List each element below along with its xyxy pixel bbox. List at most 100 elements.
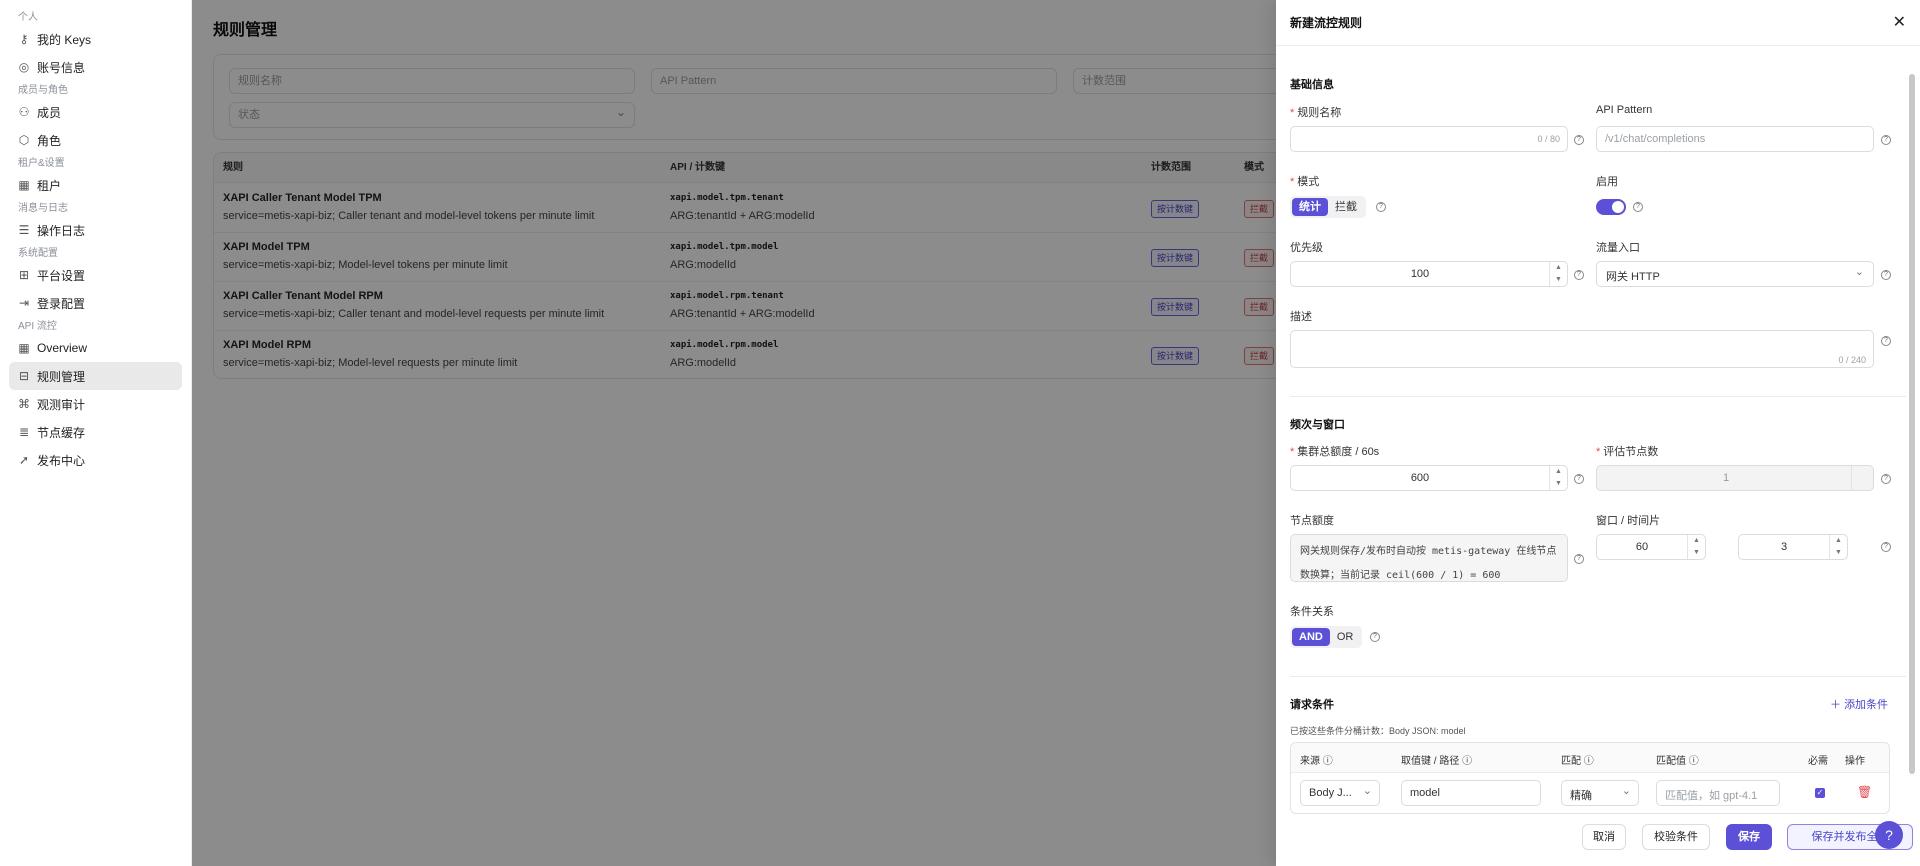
relation-or[interactable]: OR bbox=[1330, 628, 1361, 646]
help-icon[interactable]: ? bbox=[1881, 474, 1891, 484]
chevron-down-icon: ⌄ bbox=[1362, 785, 1372, 797]
cancel-button[interactable]: 取消 bbox=[1582, 824, 1626, 850]
help-icon[interactable]: ? bbox=[1574, 554, 1584, 564]
sidebar-item[interactable]: ☰ 操作日志 bbox=[9, 216, 182, 244]
sidebar-item-label: 成员 bbox=[37, 105, 62, 120]
save-button[interactable]: 保存 bbox=[1726, 824, 1772, 850]
entry-value: 网关 HTTP bbox=[1606, 271, 1660, 283]
help-icon[interactable]: ? bbox=[1574, 270, 1584, 280]
help-icon[interactable]: ? bbox=[1881, 336, 1891, 346]
sidebar-group-label: 个人 bbox=[18, 12, 38, 23]
settings-icon: ⊞ bbox=[18, 268, 30, 282]
sidebar-item[interactable]: ⌘ 观测审计 bbox=[9, 390, 182, 418]
sidebar-item-label: 登录配置 bbox=[37, 296, 86, 311]
window-label: 窗口 / 时间片 bbox=[1596, 515, 1661, 527]
node-quota-info: 网关规则保存/发布时自动按 metis-gateway 在线节点数换算；当前记录… bbox=[1290, 534, 1568, 582]
priority-value: 100 bbox=[1410, 268, 1430, 280]
cluster-quota-value: 600 bbox=[1410, 472, 1430, 484]
sidebar-item[interactable]: ≣ 节点缓存 bbox=[9, 418, 182, 446]
help-icon[interactable]: ? bbox=[1574, 135, 1584, 145]
ct-th-key: 取值键 / 路径 ⓘ bbox=[1401, 756, 1473, 767]
condition-hint: 已按这些条件分桶计数：Body JSON: model bbox=[1290, 726, 1466, 736]
match-value-input[interactable]: 匹配值，如 gpt-4.1 bbox=[1656, 780, 1780, 806]
priority-label: 优先级 bbox=[1290, 242, 1323, 254]
divider bbox=[1290, 676, 1906, 677]
ct-th-required: 必需 bbox=[1808, 756, 1828, 767]
priority-stepper[interactable]: ▲ ▼ bbox=[1549, 262, 1567, 286]
sidebar-item-label: 观测审计 bbox=[37, 397, 86, 412]
rocket-icon: ➚ bbox=[18, 453, 30, 467]
relation-label: 条件关系 bbox=[1290, 606, 1334, 618]
scrollbar-thumb[interactable] bbox=[1909, 74, 1915, 774]
sidebar-item-label: 节点缓存 bbox=[37, 425, 86, 440]
sidebar-item[interactable]: ⬡ 角色 bbox=[9, 126, 182, 154]
plus-icon: ＋ bbox=[1830, 699, 1845, 711]
help-icon[interactable]: ? bbox=[1881, 270, 1891, 280]
section-frequency: 频次与窗口 bbox=[1290, 419, 1345, 431]
sidebar-item[interactable]: ▦ Overview bbox=[9, 334, 182, 362]
sidebar-item[interactable]: ⚷ 我的 Keys bbox=[9, 25, 182, 53]
mode-option-stat[interactable]: 统计 bbox=[1292, 198, 1328, 216]
node-count-input: 1 bbox=[1596, 465, 1874, 491]
modal-overlay[interactable] bbox=[192, 0, 1276, 866]
match-select[interactable]: 精确 ⌄ bbox=[1561, 780, 1639, 806]
sidebar-group-label: 消息与日志 bbox=[18, 203, 68, 214]
help-icon[interactable]: ? bbox=[1881, 135, 1891, 145]
rule-name-input[interactable]: 0 / 80 bbox=[1290, 126, 1568, 152]
relation-and[interactable]: AND bbox=[1292, 628, 1330, 646]
ct-th-match: 匹配 ⓘ bbox=[1561, 756, 1594, 767]
sidebar-item[interactable]: ➚ 发布中心 bbox=[9, 446, 182, 474]
cluster-quota-label: * 集群总额度 / 60s bbox=[1290, 446, 1380, 458]
desc-textarea[interactable]: 0 / 240 bbox=[1290, 330, 1874, 368]
cluster-quota-input[interactable]: 600 ▲ ▼ bbox=[1290, 465, 1568, 491]
log-icon: ☰ bbox=[18, 223, 30, 237]
sidebar-group-label: API 流控 bbox=[18, 321, 57, 332]
window-input[interactable]: 60 ▲ ▼ bbox=[1596, 534, 1706, 560]
divider bbox=[1290, 396, 1906, 397]
slice-input[interactable]: 3 ▲ ▼ bbox=[1738, 534, 1848, 560]
enabled-switch[interactable] bbox=[1596, 199, 1626, 215]
sidebar-group-label: 成员与角色 bbox=[18, 85, 68, 96]
priority-input[interactable]: 100 ▲ ▼ bbox=[1290, 261, 1568, 287]
ct-th-actions: 操作 bbox=[1845, 756, 1865, 767]
user-circle-icon: ◎ bbox=[18, 60, 30, 74]
required-checkbox[interactable]: ✓ bbox=[1815, 788, 1825, 798]
sidebar: 个人 ⚷ 我的 Keys ◎ 账号信息成员与角色 ⚇ 成员 ⬡ 角色租户&设置 ▦ 租户消息与日志 ☰… bbox=[0, 0, 192, 866]
sidebar-item-label: 发布中心 bbox=[37, 453, 86, 468]
help-icon[interactable]: ? bbox=[1881, 542, 1891, 552]
sidebar-item[interactable]: ⚇ 成员 bbox=[9, 98, 182, 126]
help-fab-icon[interactable]: ? bbox=[1875, 821, 1903, 849]
sidebar-group-label: 租户&设置 bbox=[18, 158, 65, 169]
sidebar-item[interactable]: ⊟ 规则管理 bbox=[9, 362, 182, 390]
ct-th-source: 来源 ⓘ bbox=[1300, 756, 1333, 767]
help-icon[interactable]: ? bbox=[1370, 632, 1380, 642]
help-icon[interactable]: ? bbox=[1633, 202, 1643, 212]
sidebar-item[interactable]: ⊞ 平台设置 bbox=[9, 261, 182, 289]
login-icon: ⇥ bbox=[18, 296, 30, 310]
entry-select[interactable]: 网关 HTTP ⌄ bbox=[1596, 261, 1874, 287]
drawer-header: 新建流控规则 ✕ bbox=[1276, 0, 1920, 46]
help-icon[interactable]: ? bbox=[1574, 474, 1584, 484]
sidebar-item[interactable]: ⇥ 登录配置 bbox=[9, 289, 182, 317]
cluster-quota-stepper[interactable]: ▲ ▼ bbox=[1549, 466, 1567, 490]
building-icon: ▦ bbox=[18, 178, 30, 192]
api-pattern-input[interactable]: /v1/chat/completions bbox=[1596, 126, 1874, 152]
validate-button[interactable]: 校验条件 bbox=[1642, 824, 1710, 850]
trash-icon[interactable]: 🗑 bbox=[1857, 785, 1872, 799]
mode-option-block[interactable]: 拦截 bbox=[1328, 198, 1364, 216]
node-count-value: 1 bbox=[1722, 472, 1730, 484]
window-stepper[interactable]: ▲ ▼ bbox=[1687, 535, 1705, 559]
source-select[interactable]: Body J... ⌄ bbox=[1300, 780, 1380, 806]
sidebar-item-label: 规则管理 bbox=[37, 369, 86, 384]
enabled-label: 启用 bbox=[1596, 176, 1618, 188]
add-condition-button[interactable]: ＋ 添加条件 bbox=[1830, 696, 1888, 712]
relation-toggle: AND OR bbox=[1290, 626, 1363, 648]
sidebar-item[interactable]: ▦ 租户 bbox=[9, 171, 182, 199]
key-input[interactable]: model bbox=[1401, 780, 1541, 806]
sidebar-item-label: 我的 Keys bbox=[37, 32, 92, 47]
mode-label: * 模式 bbox=[1290, 176, 1320, 188]
slice-stepper[interactable]: ▲ ▼ bbox=[1829, 535, 1847, 559]
sidebar-item[interactable]: ◎ 账号信息 bbox=[9, 53, 182, 81]
close-icon[interactable]: ✕ bbox=[1893, 12, 1906, 32]
help-icon[interactable]: ? bbox=[1376, 202, 1386, 212]
